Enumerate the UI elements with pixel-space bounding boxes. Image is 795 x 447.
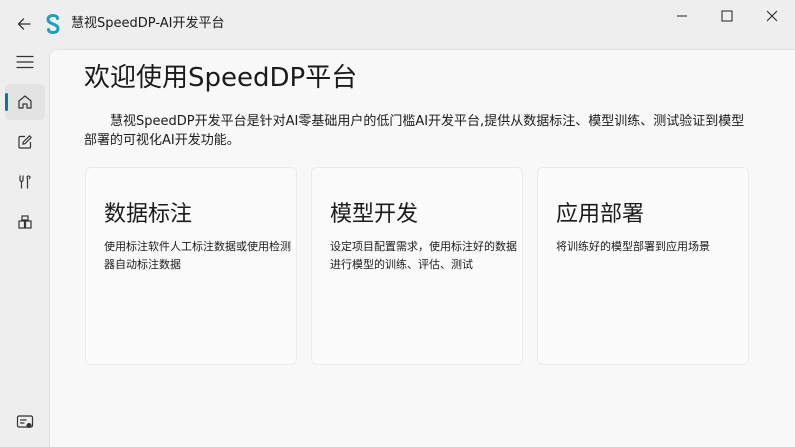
close-icon — [766, 10, 778, 22]
maximize-icon — [721, 10, 733, 22]
tools-icon — [17, 174, 33, 190]
edit-icon — [17, 134, 33, 150]
card-title: 模型开发 — [330, 202, 419, 227]
menu-toggle-button[interactable] — [5, 44, 45, 80]
title-bar: 慧视SpeedDP-AI开发平台 — [0, 0, 795, 48]
app-logo-icon — [45, 14, 61, 34]
card-description: 设定项目配置需求，使用标注好的数据进行模型的训练、评估、测试 — [330, 240, 517, 271]
nav-item-deploy[interactable] — [5, 204, 45, 240]
home-icon — [17, 94, 33, 110]
back-button[interactable] — [10, 10, 38, 38]
page-description: 慧视SpeedDP开发平台是针对AI零基础用户的低门槛AI开发平台,提供从数据标… — [84, 114, 745, 148]
maximize-button[interactable] — [704, 0, 750, 32]
card-app-deployment[interactable]: 应用部署 将训练好的模型部署到应用场景 — [537, 167, 749, 365]
back-arrow-icon — [16, 16, 32, 32]
nav-item-annotate[interactable] — [5, 124, 45, 160]
minimize-button[interactable] — [659, 0, 705, 32]
close-button[interactable] — [749, 0, 795, 32]
menu-icon — [16, 55, 34, 69]
minimize-icon — [676, 10, 688, 22]
card-description: 将训练好的模型部署到应用场景 — [556, 240, 710, 253]
page-title: 欢迎使用SpeedDP平台 — [84, 63, 358, 93]
card-data-annotation[interactable]: 数据标注 使用标注软件人工标注数据或使用检测器自动标注数据 — [85, 167, 297, 365]
nav-item-develop[interactable] — [5, 164, 45, 200]
account-icon — [16, 414, 34, 430]
active-nav-indicator — [5, 93, 8, 111]
apps-icon — [17, 214, 33, 230]
card-description: 使用标注软件人工标注数据或使用检测器自动标注数据 — [104, 240, 291, 271]
card-model-development[interactable]: 模型开发 设定项目配置需求，使用标注好的数据进行模型的训练、评估、测试 — [311, 167, 523, 365]
nav-item-home[interactable] — [5, 84, 45, 120]
card-title: 数据标注 — [104, 202, 193, 227]
card-title: 应用部署 — [556, 202, 645, 227]
nav-item-account[interactable] — [5, 404, 45, 440]
window-title: 慧视SpeedDP-AI开发平台 — [71, 16, 225, 31]
